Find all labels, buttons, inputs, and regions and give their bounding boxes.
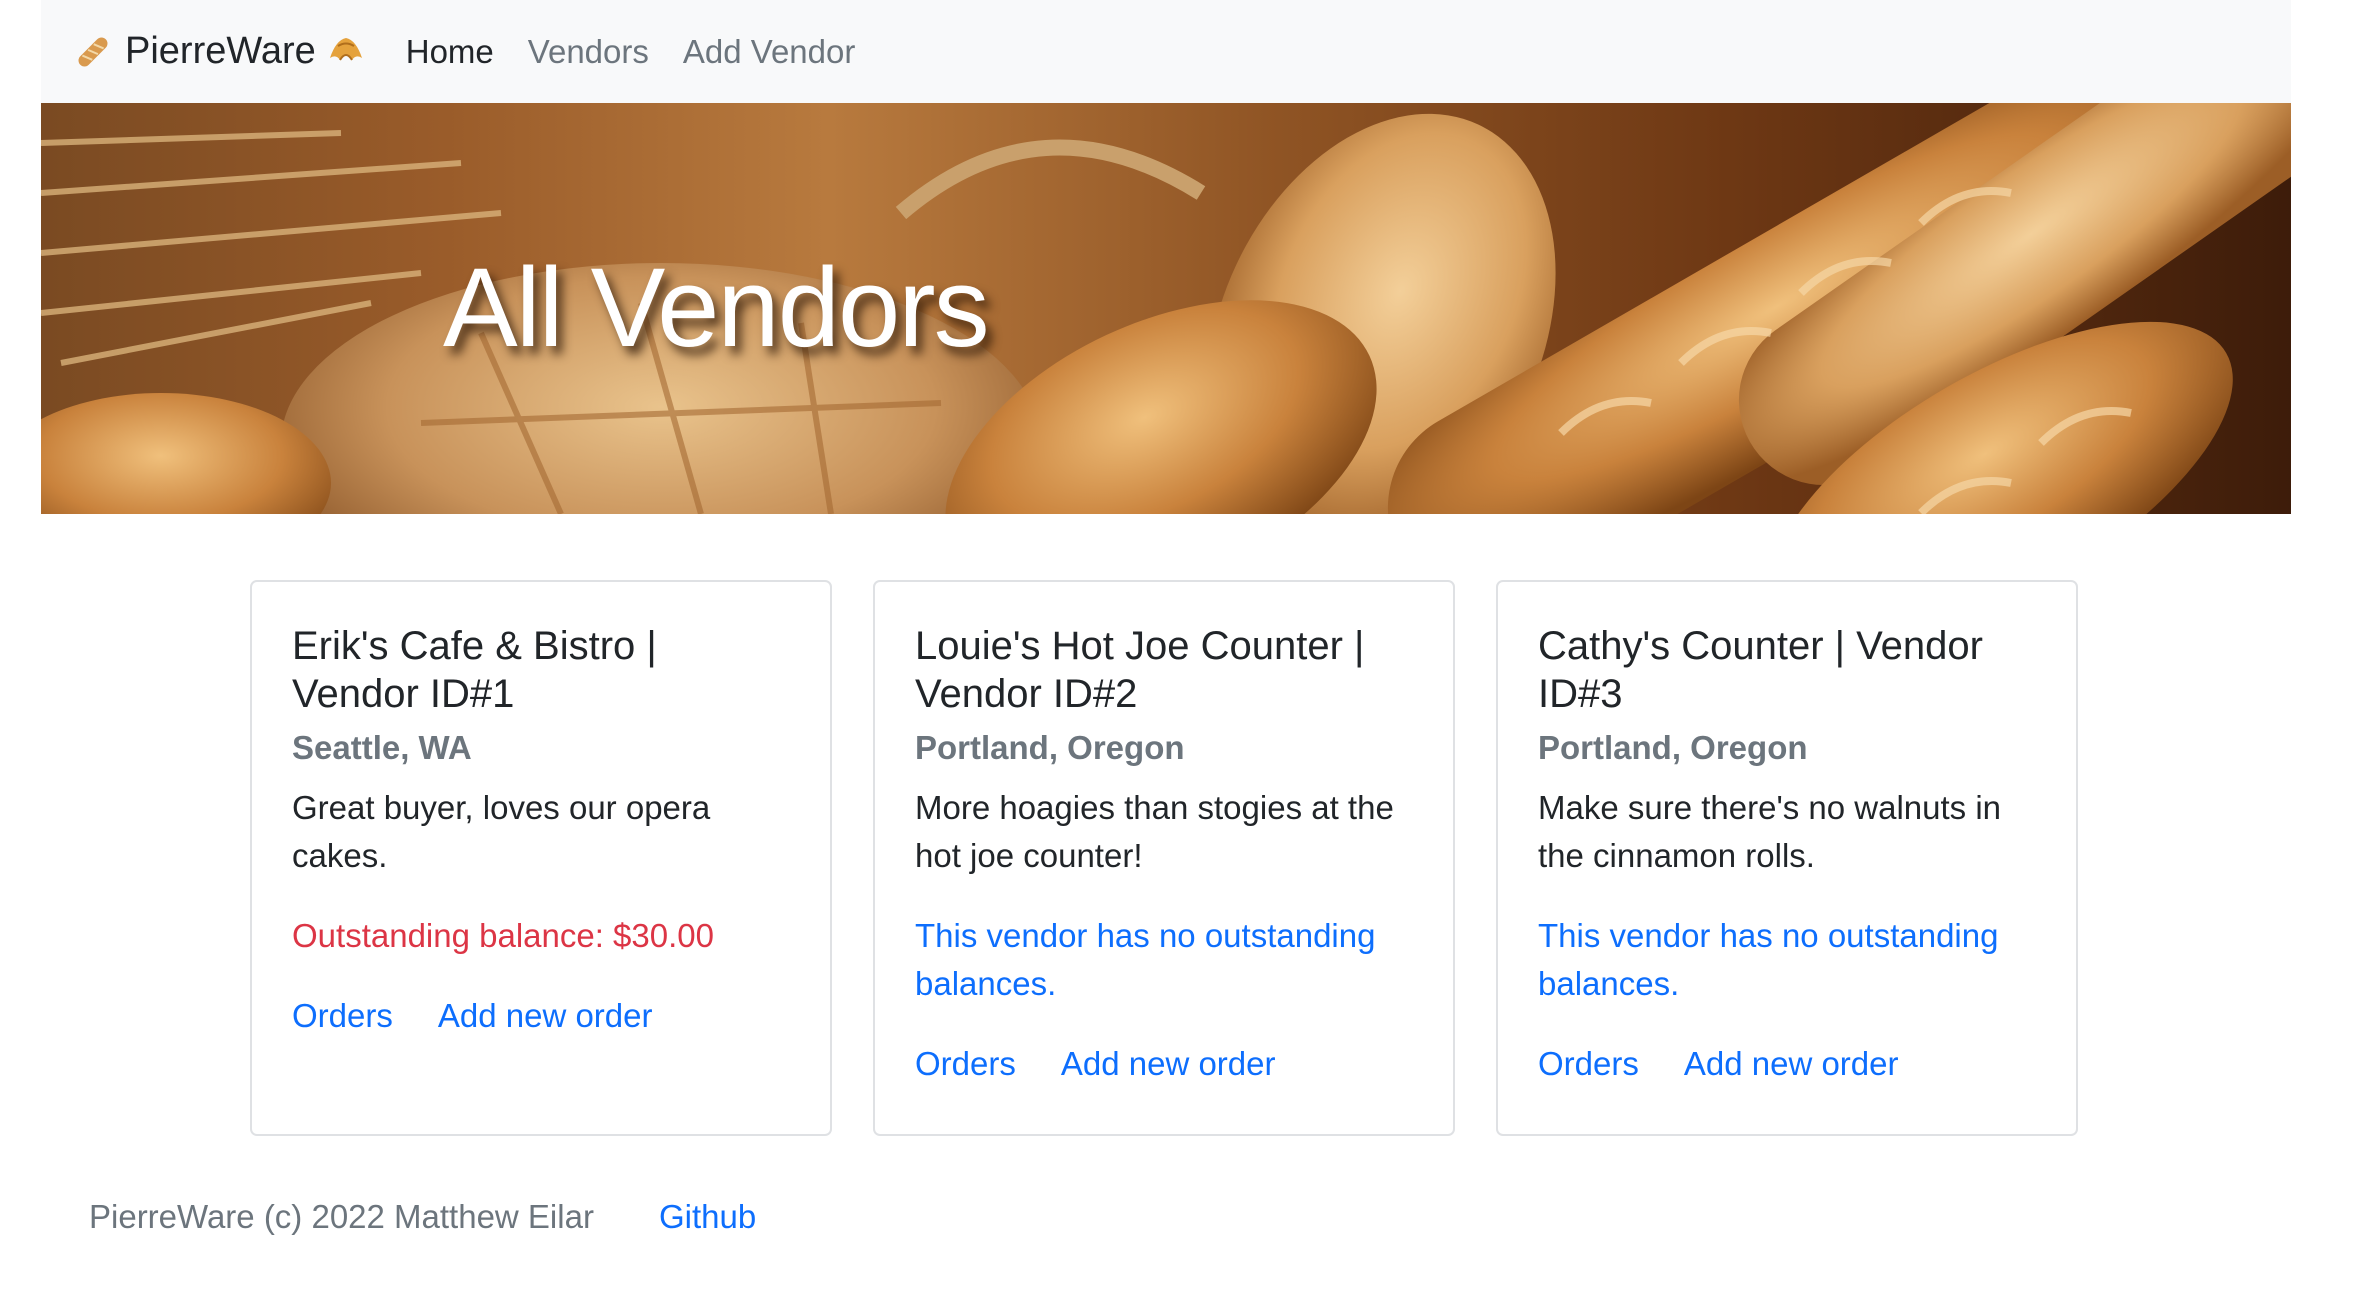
hero-banner: All Vendors: [41, 103, 2291, 514]
vendor-card: Cathy's Counter | Vendor ID#3 Portland, …: [1496, 580, 2078, 1136]
navbar: PierreWare Home Vendors Add Vendor: [41, 0, 2291, 103]
vendor-location: Portland, Oregon: [915, 729, 1185, 766]
nav-vendors[interactable]: Vendors: [528, 33, 649, 71]
footer: PierreWare (c) 2022 Matthew Eilar Github: [89, 1198, 756, 1236]
bread-photo: [41, 103, 2291, 514]
croissant-icon: [326, 32, 366, 72]
vendor-location: Portland, Oregon: [1538, 729, 1808, 766]
brand-name: PierreWare: [125, 30, 316, 72]
nav-add-vendor[interactable]: Add Vendor: [683, 33, 855, 71]
baguette-icon: [73, 32, 113, 72]
vendor-card: Louie's Hot Joe Counter | Vendor ID#2 Po…: [873, 580, 1455, 1136]
vendor-title: Louie's Hot Joe Counter | Vendor ID#2: [915, 624, 1365, 716]
add-order-link[interactable]: Add new order: [1684, 1045, 1899, 1082]
orders-link[interactable]: Orders: [292, 997, 393, 1034]
add-order-link[interactable]: Add new order: [438, 997, 653, 1034]
vendor-card: Erik's Cafe & Bistro | Vendor ID#1 Seatt…: [250, 580, 832, 1136]
nav-home[interactable]: Home: [406, 33, 494, 71]
brand-link[interactable]: PierreWare: [73, 30, 366, 73]
orders-link[interactable]: Orders: [915, 1045, 1016, 1082]
orders-link[interactable]: Orders: [1538, 1045, 1639, 1082]
vendor-balance: Outstanding balance: $30.00: [292, 917, 714, 954]
vendor-links: Orders Add new order: [915, 1040, 1413, 1088]
vendor-description: Great buyer, loves our opera cakes.: [292, 789, 711, 874]
vendor-balance: This vendor has no outstanding balances.: [915, 917, 1376, 1002]
vendor-balance: This vendor has no outstanding balances.: [1538, 917, 1999, 1002]
vendor-description: Make sure there's no walnuts in the cinn…: [1538, 789, 2002, 874]
vendor-links: Orders Add new order: [292, 992, 790, 1040]
vendor-description: More hoagies than stogies at the hot joe…: [915, 789, 1394, 874]
footer-copyright: PierreWare (c) 2022 Matthew Eilar: [89, 1198, 594, 1235]
vendor-location: Seattle, WA: [292, 729, 472, 766]
vendor-links: Orders Add new order: [1538, 1040, 2036, 1088]
vendor-title: Cathy's Counter | Vendor ID#3: [1538, 624, 1983, 716]
add-order-link[interactable]: Add new order: [1061, 1045, 1276, 1082]
page-title: All Vendors: [443, 245, 990, 370]
nav-links: Home Vendors Add Vendor: [406, 33, 890, 71]
github-link[interactable]: Github: [659, 1198, 756, 1236]
vendor-title: Erik's Cafe & Bistro | Vendor ID#1: [292, 624, 657, 716]
